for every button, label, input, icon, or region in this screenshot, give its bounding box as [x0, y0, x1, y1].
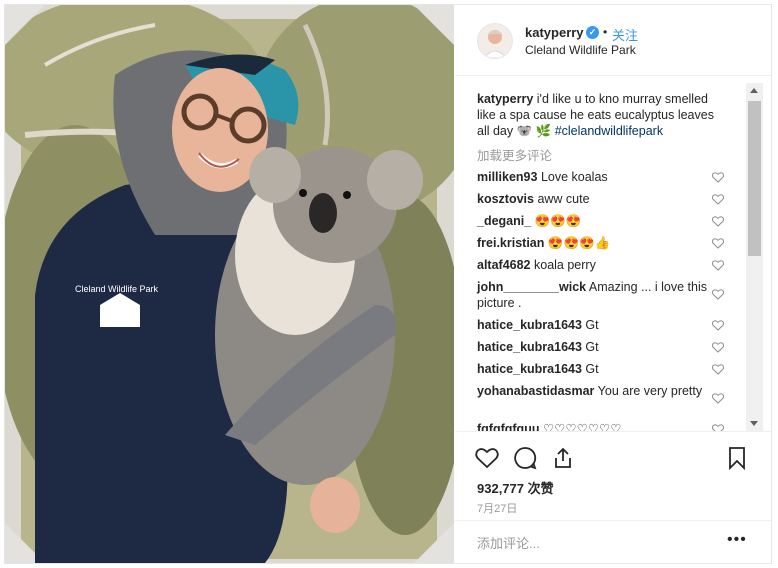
comment-item: yohanabastidasmar You are very pretty — [477, 383, 707, 399]
comment-item: kosztovis aww cute — [477, 191, 707, 207]
comment-username[interactable]: fqfqfqfquu — [477, 422, 539, 431]
like-comment-heart-icon[interactable] — [712, 424, 724, 431]
post-location[interactable]: Cleland Wildlife Park — [525, 43, 636, 57]
more-options-icon[interactable]: ••• — [727, 531, 747, 549]
comment-item: milliken93 Love koalas — [477, 169, 707, 185]
like-comment-heart-icon[interactable] — [712, 289, 724, 300]
comments-list[interactable]: katyperry i'd like u to kno murray smell… — [455, 83, 771, 431]
comment-text: koala perry — [534, 258, 596, 272]
comment-item: hatice_kubra1643 Gt — [477, 339, 707, 355]
comment-text: 😍😍😍👍 — [547, 236, 611, 250]
post-caption: katyperry i'd like u to kno murray smell… — [477, 91, 717, 139]
comment-username[interactable]: yohanabastidasmar — [477, 384, 594, 398]
comment-item: altaf4682 koala perry — [477, 257, 707, 273]
caption-hashtag[interactable]: #clelandwildlifepark — [555, 124, 663, 138]
comment-username[interactable]: altaf4682 — [477, 258, 531, 272]
scroll-down-icon[interactable] — [750, 421, 758, 426]
likes-count[interactable]: 932,777 次赞 — [477, 478, 554, 497]
comment-item: fqfqfqfquu ♡♡♡♡♡♡♡ — [477, 421, 707, 431]
like-comment-heart-icon[interactable] — [712, 216, 724, 227]
like-comment-heart-icon[interactable] — [712, 342, 724, 353]
comments-scrollbar[interactable] — [746, 83, 763, 431]
post-header: katyperry ✓ • 关注 Cleland Wildlife Park — [455, 5, 771, 76]
like-comment-heart-icon[interactable] — [712, 393, 724, 404]
avatar[interactable] — [477, 23, 513, 59]
comment-bubble-icon[interactable] — [513, 446, 537, 470]
scrollbar-thumb[interactable] — [748, 101, 761, 256]
comment-text: You are very pretty — [597, 384, 703, 398]
svg-text:Cleland Wildlife Park: Cleland Wildlife Park — [75, 284, 159, 294]
comment-username[interactable]: hatice_kubra1643 — [477, 362, 582, 376]
comment-username[interactable]: john________wick — [477, 280, 586, 294]
comment-item: frei.kristian 😍😍😍👍 — [477, 235, 707, 251]
verified-badge-icon: ✓ — [586, 26, 599, 39]
comment-username[interactable]: _degani_ — [477, 214, 531, 228]
comment-item: hatice_kubra1643 Gt — [477, 361, 707, 377]
post-username[interactable]: katyperry — [525, 25, 584, 40]
share-icon[interactable] — [551, 446, 575, 470]
comment-text: Gt — [585, 318, 599, 332]
like-comment-heart-icon[interactable] — [712, 172, 724, 183]
comment-text: Love koalas — [540, 170, 608, 184]
post-date: 7月27日 — [477, 503, 518, 515]
koala-photo-illustration: Cleland Wildlife Park — [5, 5, 454, 563]
comment-username[interactable]: milliken93 — [477, 170, 537, 184]
add-comment-input[interactable]: 添加评论... — [477, 533, 540, 552]
comment-text: ♡♡♡♡♡♡♡ — [542, 422, 622, 431]
comment-username[interactable]: hatice_kubra1643 — [477, 318, 582, 332]
caption-username[interactable]: katyperry — [477, 92, 533, 106]
post-actions: 932,777 次赞 7月27日 添加评论... ••• — [455, 431, 771, 560]
scroll-up-icon[interactable] — [750, 88, 758, 93]
like-comment-heart-icon[interactable] — [712, 260, 724, 271]
load-more-comments-button[interactable]: 加载更多评论 — [477, 145, 552, 164]
like-comment-heart-icon[interactable] — [712, 194, 724, 205]
avatar-image-icon — [478, 24, 512, 58]
comment-item: hatice_kubra1643 Gt — [477, 317, 707, 333]
bookmark-icon[interactable] — [725, 446, 749, 470]
comment-username[interactable]: frei.kristian — [477, 236, 544, 250]
comment-text: 😍😍😍 — [534, 214, 582, 228]
comment-text: Gt — [585, 362, 599, 376]
comment-text: aww cute — [537, 192, 590, 206]
comment-username[interactable]: kosztovis — [477, 192, 534, 206]
comment-item: john________wick Amazing ... i love this… — [477, 279, 707, 311]
post-photo[interactable]: Cleland Wildlife Park — [5, 5, 454, 563]
like-heart-icon[interactable] — [475, 446, 499, 470]
like-comment-heart-icon[interactable] — [712, 364, 724, 375]
comment-text: Gt — [585, 340, 599, 354]
like-comment-heart-icon[interactable] — [712, 238, 724, 249]
comment-username[interactable]: hatice_kubra1643 — [477, 340, 582, 354]
comment-item: _degani_ 😍😍😍 — [477, 213, 707, 229]
like-comment-heart-icon[interactable] — [712, 320, 724, 331]
follow-button[interactable]: 关注 — [612, 25, 638, 44]
separator-dot: • — [603, 25, 608, 39]
post-sidebar: katyperry ✓ • 关注 Cleland Wildlife Park k… — [455, 5, 771, 563]
add-comment-bar: 添加评论... ••• — [455, 520, 771, 561]
